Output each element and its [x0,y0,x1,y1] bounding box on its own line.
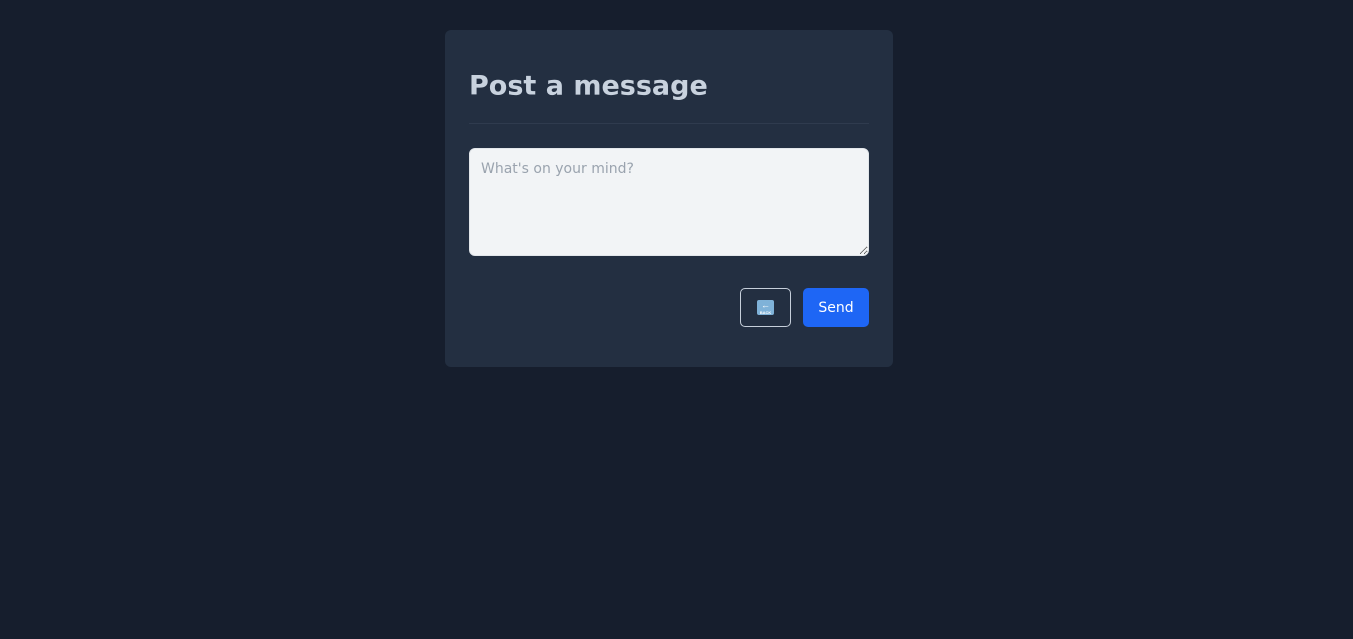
back-button[interactable]: ← BACK [740,288,791,327]
post-message-card: Post a message ← BACK Send [445,30,893,367]
back-arrow-icon: ← BACK [757,300,774,315]
back-icon-text: BACK [759,309,772,315]
message-input[interactable] [469,148,869,256]
divider [469,123,869,124]
back-arrow-glyph: ← [761,299,770,310]
page-title: Post a message [469,70,708,102]
send-button[interactable]: Send [803,288,869,327]
